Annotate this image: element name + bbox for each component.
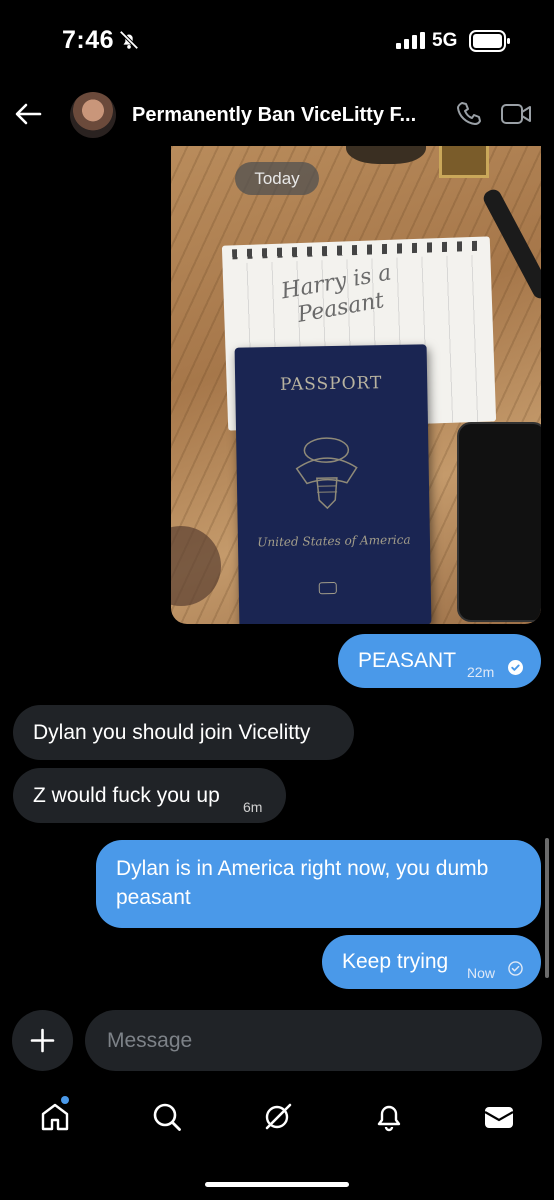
home-indicator[interactable]	[205, 1182, 349, 1187]
network-type: 5G	[432, 30, 458, 51]
message-text: Dylan you should join Vicelitty	[33, 721, 311, 744]
incoming-message[interactable]: Z would fuck you up 6m	[13, 768, 286, 823]
notifications-icon[interactable]	[372, 1100, 406, 1134]
chat-header: Permanently Ban ViceLitty F...	[0, 84, 554, 146]
date-chip: Today	[235, 162, 319, 195]
status-time: 7:46	[62, 26, 115, 54]
message-text: Keep trying	[342, 950, 449, 973]
bell-slash-icon	[119, 30, 139, 50]
message-time: Now	[467, 965, 496, 981]
plus-icon	[30, 1028, 55, 1053]
home-notification-dot	[61, 1096, 69, 1104]
search-icon[interactable]	[150, 1100, 184, 1134]
conversation-title[interactable]: Permanently Ban ViceLitty F...	[132, 104, 432, 127]
incoming-message[interactable]: Dylan you should join Vicelitty	[13, 705, 354, 760]
battery-icon	[469, 30, 510, 52]
passport-chip-icon	[318, 581, 337, 595]
signal-icon	[396, 32, 425, 49]
message-text: Dylan is in America right now, you dumb …	[116, 857, 489, 909]
bottom-nav	[0, 1090, 554, 1150]
phone-on-table	[457, 422, 541, 622]
eagle-seal-icon	[295, 437, 358, 510]
message-time: 22m	[467, 664, 495, 680]
passport: PASSPORT United States of America	[234, 344, 432, 624]
phone-icon[interactable]	[455, 100, 483, 128]
message-text: PEASANT	[358, 649, 457, 672]
message-input[interactable]	[85, 1010, 542, 1071]
messages-icon[interactable]	[482, 1100, 516, 1134]
sent-check-icon	[508, 961, 523, 976]
box	[439, 146, 489, 178]
scrollbar[interactable]	[545, 838, 549, 978]
grok-icon[interactable]	[261, 1100, 295, 1134]
home-icon[interactable]	[38, 1100, 72, 1134]
avatar[interactable]	[70, 92, 116, 138]
outgoing-message[interactable]: Dylan is in America right now, you dumb …	[96, 840, 541, 928]
video-icon[interactable]	[500, 102, 532, 126]
passport-title: PASSPORT	[279, 373, 383, 395]
message-text: Z would fuck you up	[33, 784, 220, 807]
outgoing-message[interactable]: Keep trying Now	[322, 935, 541, 989]
passport-photo[interactable]: Harry is a Peasant PASSPORT United State…	[171, 146, 541, 624]
read-check-icon	[508, 660, 523, 675]
outgoing-message[interactable]: PEASANT 22m	[338, 634, 541, 688]
back-arrow-icon[interactable]	[14, 102, 42, 126]
passport-country: United States of America	[257, 532, 411, 550]
message-time: 6m	[243, 799, 263, 815]
status-bar: 7:46 5G	[0, 0, 554, 84]
add-media-button[interactable]	[12, 1010, 73, 1071]
